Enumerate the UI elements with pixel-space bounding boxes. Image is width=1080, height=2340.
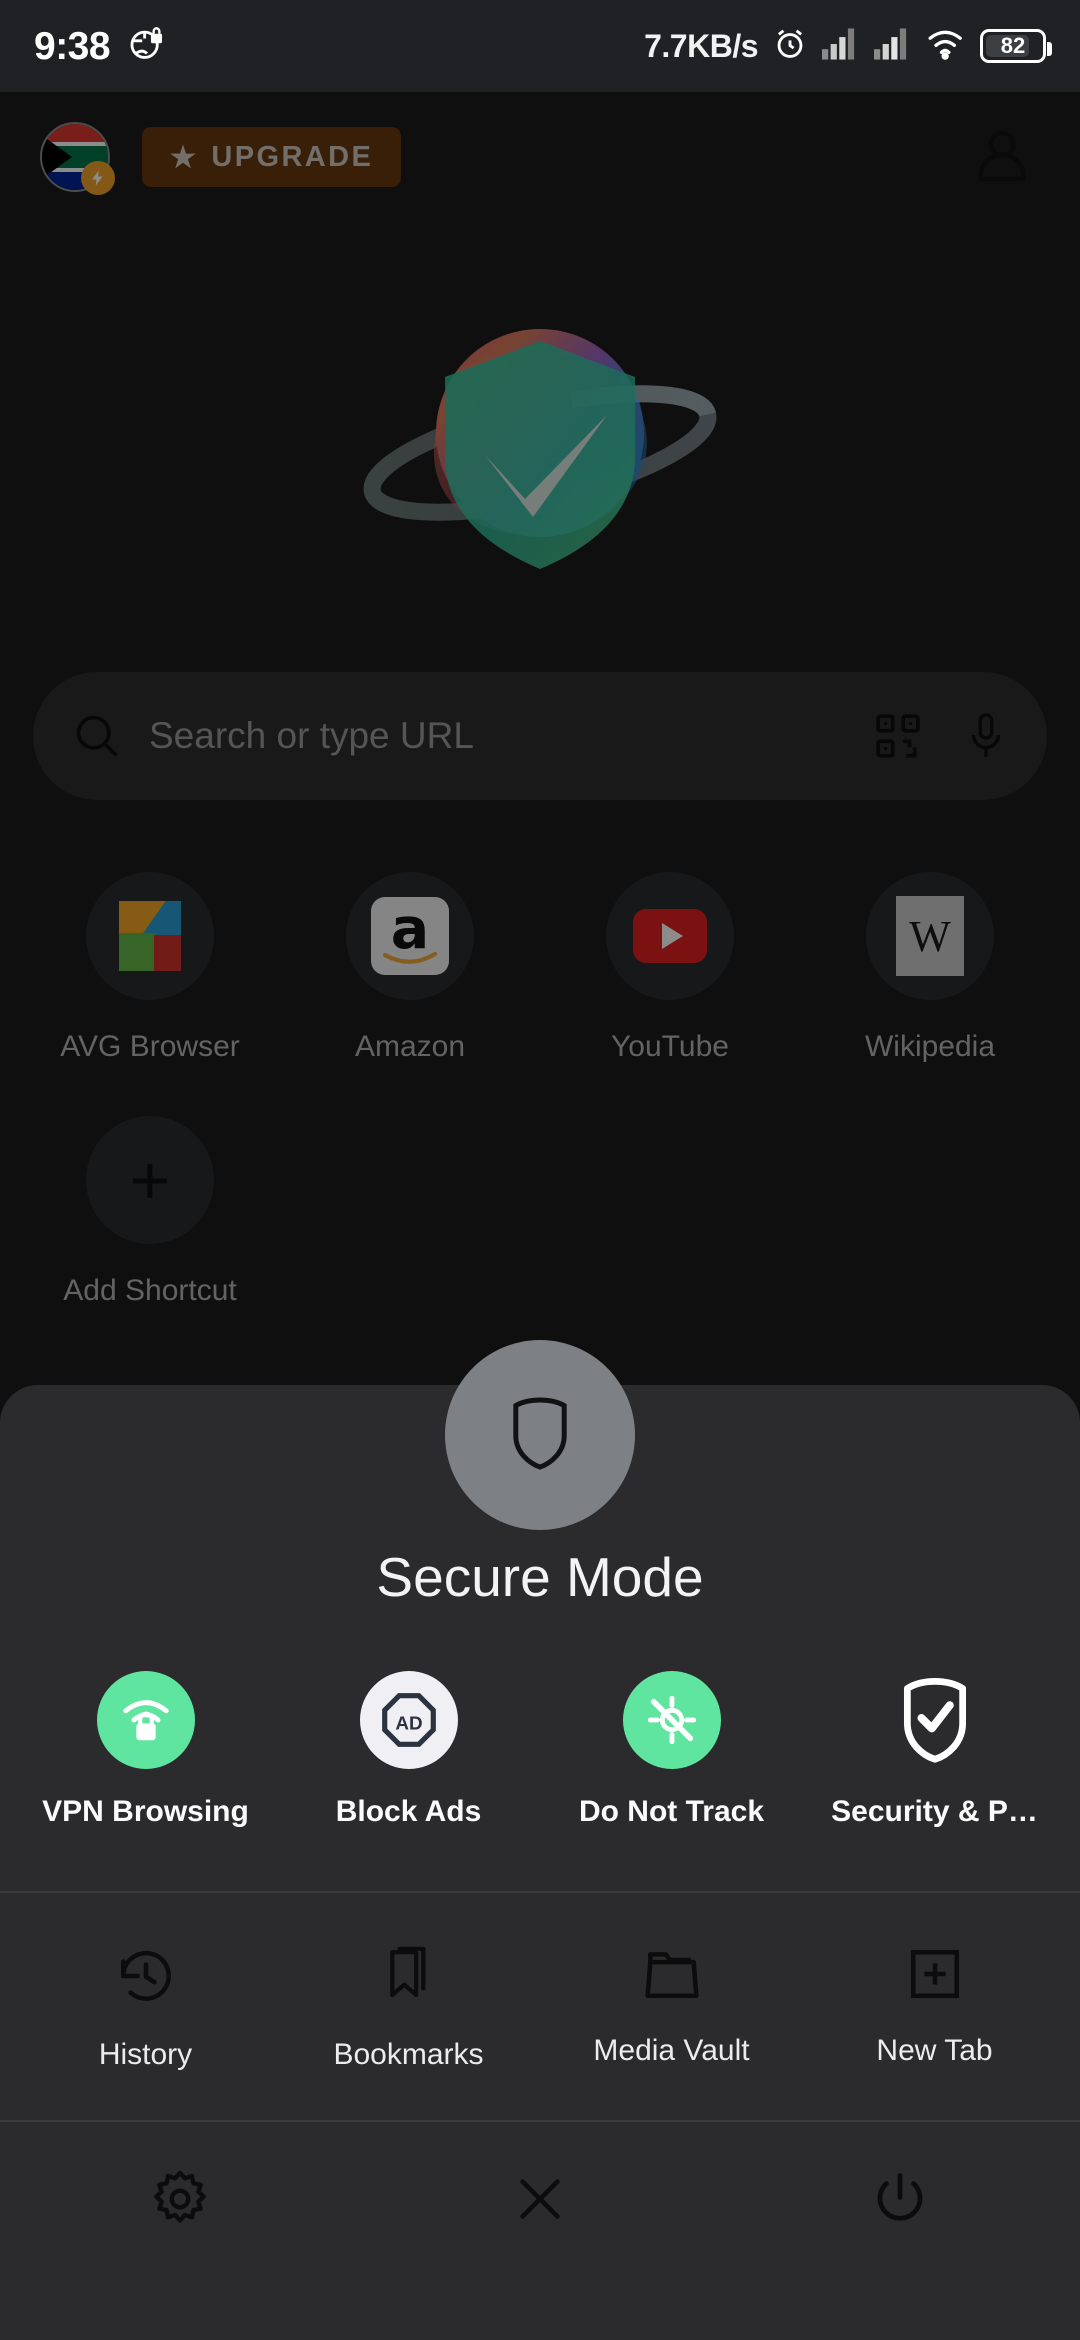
action-label: Media Vault <box>593 2034 750 2067</box>
feature-label: VPN Browsing <box>42 1795 249 1828</box>
action-history[interactable]: History <box>14 1945 277 2072</box>
do-not-track-icon <box>622 1671 721 1769</box>
bookmark-icon <box>380 1945 438 2012</box>
close-button[interactable] <box>360 2168 720 2235</box>
exit-button[interactable] <box>720 2168 1080 2235</box>
new-tab-plus-icon <box>906 1945 964 2008</box>
folder-icon <box>641 1945 703 2008</box>
feature-label: Block Ads <box>335 1795 482 1828</box>
feature-label: Security & P… <box>831 1795 1038 1828</box>
alarm-clock-icon <box>772 26 808 67</box>
action-label: New Tab <box>876 2034 993 2067</box>
feature-label: Do Not Track <box>578 1795 765 1828</box>
feature-vpn-browsing[interactable]: VPN Browsing <box>14 1671 277 1829</box>
action-new-tab[interactable]: New Tab <box>803 1945 1066 2072</box>
vpn-lock-icon <box>96 1671 195 1769</box>
battery-indicator: 82 <box>980 29 1052 63</box>
network-speed: 7.7KB/s <box>644 27 758 64</box>
shield-icon <box>507 1394 573 1477</box>
status-bar: 9:38 7.7KB/s 82 <box>0 0 1080 92</box>
sheet-actions: History Bookmarks Media Vault New Tab <box>0 1893 1080 2120</box>
action-label: History <box>98 2038 193 2071</box>
status-time: 9:38 <box>34 24 111 68</box>
shield-check-icon <box>886 1671 984 1769</box>
gear-icon <box>149 2168 211 2235</box>
signal-bars-icon <box>874 27 912 65</box>
status-bar-right: 7.7KB/s 82 <box>644 26 1052 67</box>
ad-block-icon: AD <box>359 1671 458 1769</box>
browser-home-screen: 9:38 7.7KB/s 82 ★ UPGRADE Search or type… <box>0 0 1080 2340</box>
secure-mode-fab[interactable] <box>445 1340 635 1530</box>
globe-lock-icon <box>128 25 166 68</box>
wifi-icon <box>926 27 966 66</box>
signal-bars-icon <box>822 27 860 65</box>
status-bar-left: 9:38 <box>34 25 166 68</box>
feature-block-ads[interactable]: AD Block Ads <box>277 1671 540 1829</box>
sheet-bottom-bar <box>0 2122 1080 2289</box>
action-label: Bookmarks <box>333 2038 484 2071</box>
close-x-icon <box>511 2170 569 2233</box>
power-icon <box>870 2169 930 2234</box>
action-media-vault[interactable]: Media Vault <box>540 1945 803 2072</box>
feature-security-and-privacy[interactable]: Security & P… <box>803 1671 1066 1829</box>
history-clock-icon <box>115 1945 177 2012</box>
feature-do-not-track[interactable]: Do Not Track <box>540 1671 803 1829</box>
action-bookmarks[interactable]: Bookmarks <box>277 1945 540 2072</box>
settings-button[interactable] <box>0 2168 360 2235</box>
sheet-title: Secure Mode <box>376 1546 704 1608</box>
battery-level: 82 <box>1000 33 1026 58</box>
secure-mode-features: VPN Browsing AD Block Ads Do Not Track S… <box>0 1671 1080 1829</box>
svg-text:AD: AD <box>395 1712 422 1733</box>
